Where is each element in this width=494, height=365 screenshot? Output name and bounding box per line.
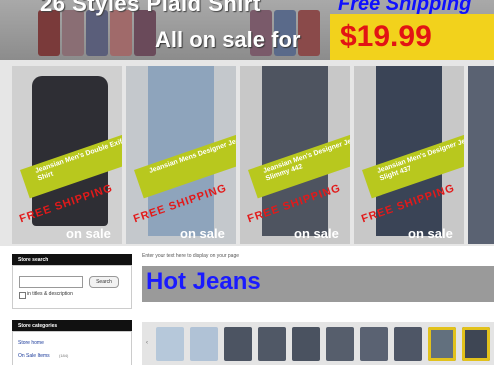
banner-title: 26 Styles Plaid Shirt (40, 0, 261, 16)
page-hint-text: Enter your text here to display on your … (142, 253, 240, 259)
page-title: Hot Jeans (146, 268, 261, 295)
product-thumbnail[interactable] (360, 327, 388, 361)
product-thumbnail[interactable] (326, 327, 354, 361)
product-thumbnail[interactable] (156, 327, 184, 361)
search-button[interactable]: Search (89, 276, 119, 288)
chevron-left-icon[interactable]: ‹ (146, 340, 148, 346)
store-categories-box: Store home On Sale Items (184) (12, 331, 132, 365)
product-tile[interactable]: Jeansian Men's Designer Jeans Slimmy 442… (240, 66, 350, 244)
product-thumbnail[interactable] (292, 327, 320, 361)
product-thumbnail[interactable] (224, 327, 252, 361)
category-link-store-home[interactable]: Store home (18, 340, 44, 346)
product-tile[interactable]: Jeansian Mens Designer Jeans Zip43 FREE … (126, 66, 236, 244)
store-search-box: Search in titles & description (12, 265, 132, 309)
search-option-label: in titles & description (27, 291, 73, 297)
product-thumbnail[interactable] (394, 327, 422, 361)
store-search-header: Store search (12, 254, 132, 265)
on-sale-label: on sale (294, 226, 339, 241)
product-thumbnail[interactable] (462, 327, 490, 361)
category-count: (184) (59, 353, 69, 358)
product-tile-partial[interactable] (468, 66, 494, 244)
product-thumbnail[interactable] (190, 327, 218, 361)
on-sale-label: on sale (180, 226, 225, 241)
promo-banner[interactable]: 26 Styles Plaid Shirt Free Shipping All … (0, 0, 494, 60)
product-tile[interactable]: Jeansian Men's Double Exif Long Shirt FR… (12, 66, 122, 244)
on-sale-label: on sale (66, 226, 111, 241)
category-link-on-sale[interactable]: On Sale Items (18, 353, 50, 359)
banner-free-shipping: Free Shipping (338, 0, 472, 15)
plaid-shirt-image (298, 10, 320, 56)
on-sale-label: on sale (408, 226, 453, 241)
banner-price: $19.99 (340, 20, 432, 53)
search-input[interactable] (19, 276, 83, 288)
product-tile[interactable]: Jeansian Men's Designer Jeans Slight 437… (354, 66, 464, 244)
store-categories-header: Store categories (12, 320, 132, 331)
product-thumbnail[interactable] (258, 327, 286, 361)
banner-sale-text: All on sale for (155, 27, 301, 52)
product-thumbnail[interactable] (428, 327, 456, 361)
search-option-checkbox[interactable] (19, 292, 26, 299)
